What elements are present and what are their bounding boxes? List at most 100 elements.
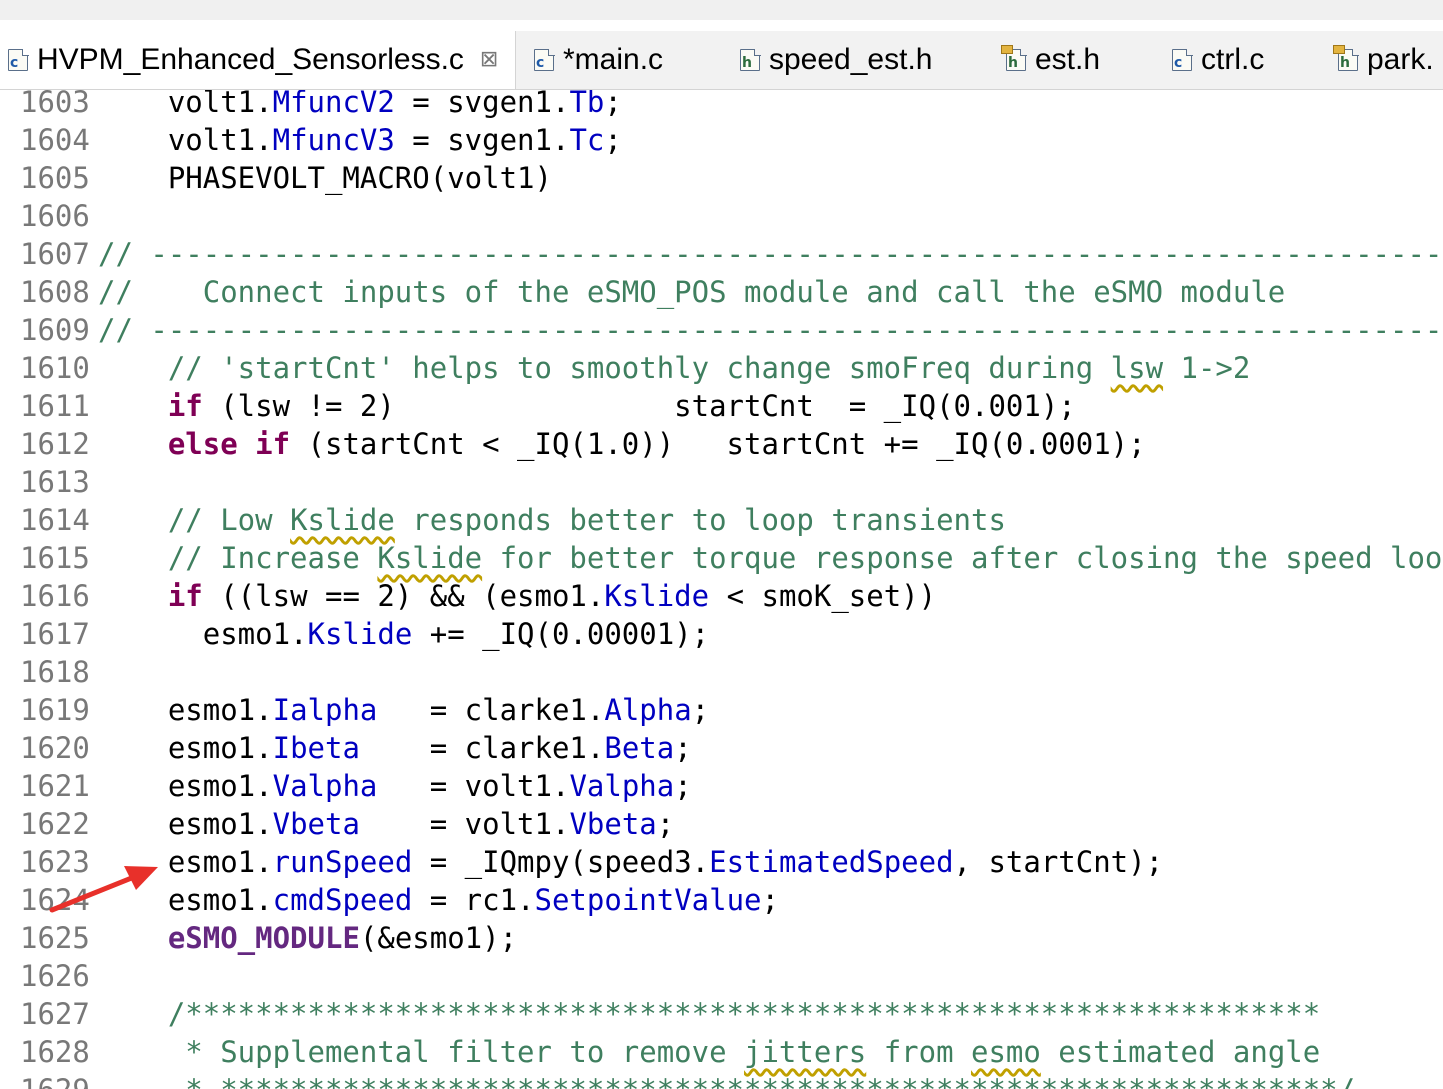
code-token: from <box>866 1035 971 1069</box>
code-line[interactable]: 1606 <box>0 197 1443 235</box>
code-line[interactable]: 1604 volt1.MfuncV3 = svgen1.Tc; <box>0 121 1443 159</box>
code-text[interactable]: /***************************************… <box>98 995 1320 1033</box>
c-file-icon: c <box>8 48 29 71</box>
code-token: ; <box>674 769 692 803</box>
line-number: 1605 <box>20 161 90 195</box>
code-token: = _IQmpy(speed3. <box>412 845 710 879</box>
code-line[interactable]: 1608// Connect inputs of the eSMO_POS mo… <box>0 273 1443 311</box>
code-line[interactable]: 1623 esmo1.runSpeed = _IQmpy(speed3.Esti… <box>0 843 1443 881</box>
code-line[interactable]: 1621 esmo1.Valpha = volt1.Valpha; <box>0 767 1443 805</box>
code-line[interactable]: 1628 * Supplemental filter to remove jit… <box>0 1033 1443 1071</box>
code-line[interactable]: 1610 // 'startCnt' helps to smoothly cha… <box>0 349 1443 387</box>
code-token: (startCnt < _IQ(1.0)) startCnt += _IQ(0.… <box>290 427 1146 461</box>
line-number: 1625 <box>20 921 90 955</box>
code-text[interactable]: if ((lsw == 2) && (esmo1.Kslide < smoK_s… <box>98 577 936 615</box>
code-token: // -------------------------------------… <box>98 237 1443 271</box>
code-line[interactable]: 1615 // Increase Kslide for better torqu… <box>0 539 1443 577</box>
line-number: 1610 <box>20 351 90 385</box>
code-token: cmdSpeed <box>272 883 413 917</box>
code-text[interactable]: volt1.MfuncV2 = svgen1.Tb; <box>98 90 622 121</box>
code-text[interactable]: esmo1.Valpha = volt1.Valpha; <box>98 767 692 805</box>
code-token: ; <box>604 90 622 119</box>
code-line[interactable]: 1618 <box>0 653 1443 691</box>
code-token: Beta <box>604 731 675 765</box>
code-token: Ibeta <box>272 731 360 765</box>
code-line[interactable]: 1619 esmo1.Ialpha = clarke1.Alpha; <box>0 691 1443 729</box>
tab-label: ctrl.c <box>1201 43 1265 76</box>
code-line[interactable]: 1627 /**********************************… <box>0 995 1443 1033</box>
code-token: += _IQ(0.00001); <box>412 617 710 651</box>
code-token: esmo <box>971 1035 1041 1069</box>
tab-park-h[interactable]: h park. <box>1333 31 1434 89</box>
code-token: * Supplemental filter to remove <box>98 1035 745 1069</box>
tab-speed-est-h[interactable]: h speed_est.h <box>740 31 932 89</box>
code-token: esmo1. <box>98 807 273 841</box>
code-line[interactable]: 1629 * *********************************… <box>0 1071 1443 1089</box>
tab-ctrl-c[interactable]: c ctrl.c <box>1172 31 1264 89</box>
code-text[interactable]: // Connect inputs of the eSMO_POS module… <box>98 273 1285 311</box>
code-text[interactable]: esmo1.cmdSpeed = rc1.SetpointValue; <box>98 881 779 919</box>
code-line[interactable]: 1624 esmo1.cmdSpeed = rc1.SetpointValue; <box>0 881 1443 919</box>
code-text[interactable]: volt1.MfuncV3 = svgen1.Tc; <box>98 121 622 159</box>
close-icon[interactable]: ⊠ <box>480 49 498 71</box>
code-text[interactable]: eSMO_MODULE(&esmo1); <box>98 919 517 957</box>
code-text[interactable]: // -------------------------------------… <box>98 235 1443 273</box>
code-token: esmo1. <box>98 769 273 803</box>
code-text[interactable]: // 'startCnt' helps to smoothly change s… <box>98 349 1251 387</box>
line-number: 1606 <box>20 199 90 233</box>
tab-hvpm-enhanced-sensorless-c[interactable]: c HVPM_Enhanced_Sensorless.c ⊠ <box>0 31 516 89</box>
line-number: 1628 <box>20 1035 90 1069</box>
tab-label: park. <box>1367 43 1434 76</box>
code-line[interactable]: 1625 eSMO_MODULE(&esmo1); <box>0 919 1443 957</box>
code-line[interactable]: 1612 else if (startCnt < _IQ(1.0)) start… <box>0 425 1443 463</box>
code-token: = svgen1. <box>394 123 570 157</box>
code-line[interactable]: 1620 esmo1.Ibeta = clarke1.Beta; <box>0 729 1443 767</box>
code-line[interactable]: 1622 esmo1.Vbeta = volt1.Vbeta; <box>0 805 1443 843</box>
code-line[interactable]: 1617 esmo1.Kslide += _IQ(0.00001); <box>0 615 1443 653</box>
code-token: Kslide <box>377 541 483 575</box>
tab-main-c[interactable]: c *main.c <box>534 31 663 89</box>
code-token: if <box>167 389 203 423</box>
code-text[interactable]: esmo1.runSpeed = _IQmpy(speed3.Estimated… <box>98 843 1163 881</box>
line-number: 1623 <box>20 845 90 879</box>
code-line[interactable]: 1613 <box>0 463 1443 501</box>
code-token: // -------------------------------------… <box>98 313 1443 347</box>
code-line[interactable]: 1603 volt1.MfuncV2 = svgen1.Tb; <box>0 90 1443 121</box>
code-token: = svgen1. <box>394 90 570 119</box>
code-line[interactable]: 1616 if ((lsw == 2) && (esmo1.Kslide < s… <box>0 577 1443 615</box>
code-text[interactable]: * Supplemental filter to remove jitters … <box>98 1033 1320 1071</box>
code-text[interactable]: // -------------------------------------… <box>98 311 1443 349</box>
code-text[interactable]: // Increase Kslide for better torque res… <box>98 539 1443 577</box>
line-number: 1622 <box>20 807 90 841</box>
code-text[interactable]: esmo1.Ibeta = clarke1.Beta; <box>98 729 692 767</box>
code-token: esmo1. <box>98 845 273 879</box>
line-number: 1611 <box>20 389 90 423</box>
code-line[interactable]: 1607// ---------------------------------… <box>0 235 1443 273</box>
tab-est-h[interactable]: h est.h <box>1001 31 1101 89</box>
code-token: // Increase <box>98 541 378 575</box>
code-line[interactable]: 1614 // Low Kslide responds better to lo… <box>0 501 1443 539</box>
code-token: runSpeed <box>272 845 413 879</box>
code-line[interactable]: 1609// ---------------------------------… <box>0 311 1443 349</box>
code-line[interactable]: 1611 if (lsw != 2) startCnt = _IQ(0.001)… <box>0 387 1443 425</box>
code-token: ; <box>674 731 692 765</box>
code-token: esmo1. <box>98 693 273 727</box>
code-token: esmo1. <box>98 617 308 651</box>
code-text[interactable]: esmo1.Vbeta = volt1.Vbeta; <box>98 805 674 843</box>
code-token: Kslide <box>604 579 710 613</box>
code-text[interactable]: PHASEVOLT_MACRO(volt1) <box>98 159 552 197</box>
line-number: 1617 <box>20 617 90 651</box>
code-text[interactable]: if (lsw != 2) startCnt = _IQ(0.001); <box>98 387 1076 425</box>
code-line[interactable]: 1605 PHASEVOLT_MACRO(volt1) <box>0 159 1443 197</box>
code-text[interactable]: else if (startCnt < _IQ(1.0)) startCnt +… <box>98 425 1146 463</box>
code-text[interactable]: * **************************************… <box>98 1071 1355 1089</box>
code-editor[interactable]: 1603 volt1.MfuncV2 = svgen1.Tb; 1604 volt… <box>0 90 1443 1089</box>
code-text[interactable]: // Low Kslide responds better to loop tr… <box>98 501 1006 539</box>
code-line[interactable]: 1626 <box>0 957 1443 995</box>
tab-label: est.h <box>1035 43 1101 76</box>
code-text[interactable]: esmo1.Ialpha = clarke1.Alpha; <box>98 691 709 729</box>
code-text[interactable]: esmo1.Kslide += _IQ(0.00001); <box>98 615 709 653</box>
